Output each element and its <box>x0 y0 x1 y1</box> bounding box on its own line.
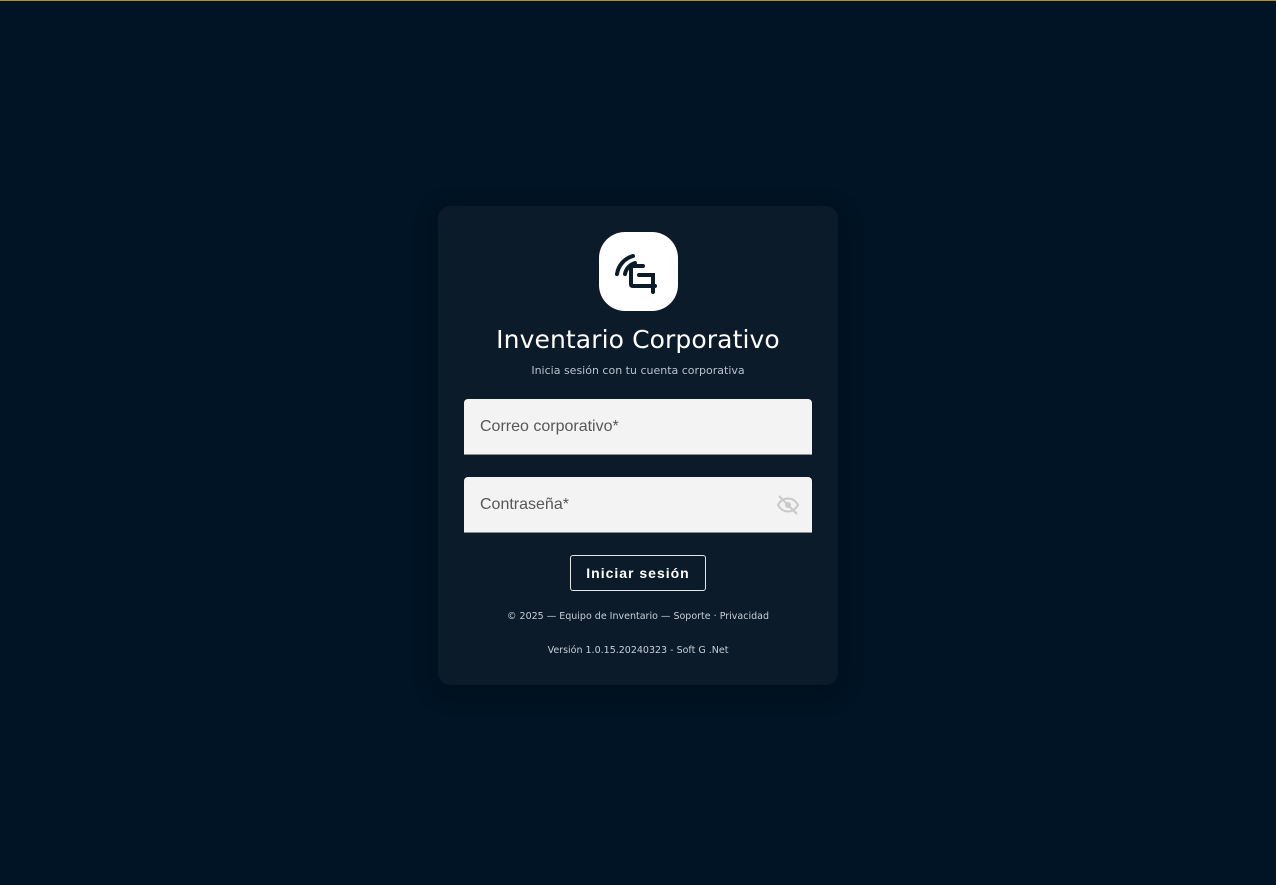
app-title: Inventario Corporativo <box>496 325 780 354</box>
footer-separator: · <box>710 611 720 622</box>
support-link[interactable]: Soporte <box>673 611 710 622</box>
email-field[interactable] <box>464 399 812 454</box>
password-field[interactable] <box>464 477 812 532</box>
login-card: Inventario Corporativo Inicia sesión con… <box>438 206 838 685</box>
version-text: Versión 1.0.15.20240323 - Soft G .Net <box>547 645 729 656</box>
footer-links: © 2025 — Equipo de Inventario — Soporte … <box>438 611 838 622</box>
login-subtitle: Inicia sesión con tu cuenta corporativa <box>531 364 745 377</box>
login-button[interactable]: Iniciar sesión <box>570 555 706 591</box>
privacy-link[interactable]: Privacidad <box>720 611 769 622</box>
brand-logo <box>599 232 678 311</box>
eye-off-icon[interactable] <box>776 493 800 517</box>
top-accent-line <box>0 0 1276 1</box>
email-field-container <box>464 399 812 455</box>
stylized-g-signal-logo-icon <box>614 253 657 294</box>
password-field-container <box>464 477 812 533</box>
copyright-text: © 2025 — Equipo de Inventario — <box>507 611 674 622</box>
